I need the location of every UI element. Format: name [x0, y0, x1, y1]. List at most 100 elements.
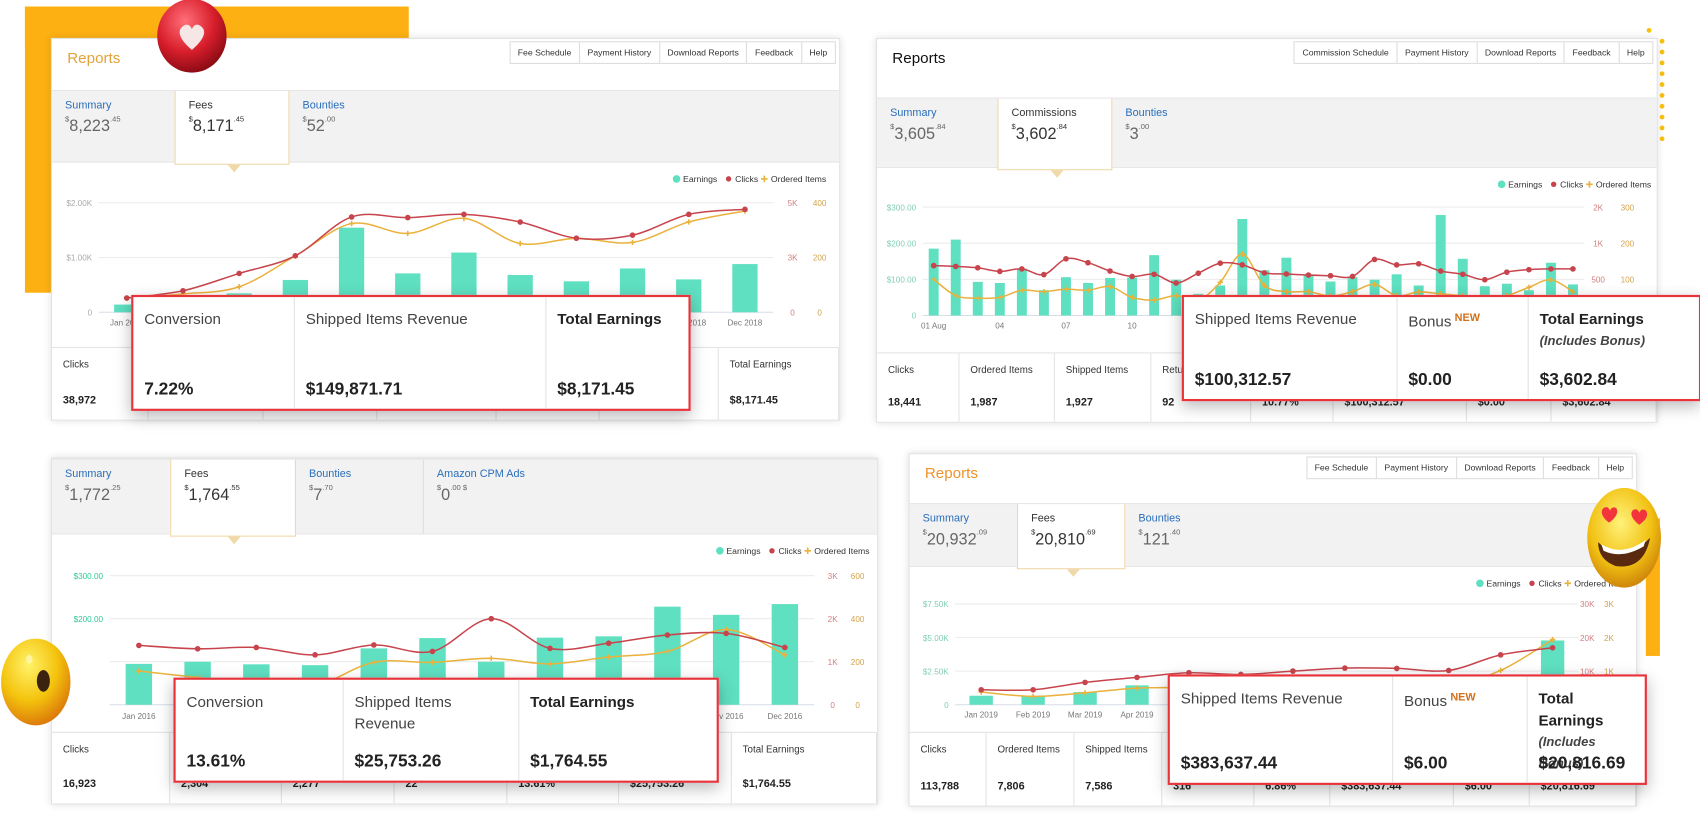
tab-summary[interactable]: Summary $1,772.25: [52, 460, 170, 534]
stat-label: Clicks: [920, 743, 947, 755]
clicks-point: [1217, 260, 1224, 266]
tab-bounties[interactable]: Bounties $7.70: [296, 460, 423, 534]
clicks-point: [997, 268, 1003, 275]
tab-bar: Summary $1,772.25 Fees $1,764.55 Bounties $7.…: [52, 458, 878, 545]
header-link-help[interactable]: Help: [1618, 42, 1652, 63]
header-link-commission-schedule[interactable]: Commission Schedule: [1295, 42, 1396, 63]
amount-whole: 1,764: [188, 485, 230, 505]
header-link-download-reports[interactable]: Download Reports: [1476, 42, 1564, 63]
tab-amount: $20,810.69: [1031, 529, 1124, 549]
ordered-items-point: [236, 284, 242, 290]
clicks-point: [404, 214, 411, 221]
legend-earnings-label: Earnings: [1486, 579, 1521, 589]
header-link-feedback[interactable]: Feedback: [746, 42, 800, 63]
tab-amazon-cpm-ads[interactable]: Amazon CPM Ads $0.00 $: [422, 459, 877, 534]
highlight-value: $25,753.26: [354, 752, 442, 771]
earnings-bar: [950, 239, 961, 316]
header-link-feedback[interactable]: Feedback: [1563, 42, 1618, 63]
clicks-line: [138, 617, 786, 656]
ordered-items-point: [1526, 284, 1532, 291]
header-link-help[interactable]: Help: [1597, 457, 1632, 479]
tab-bounties[interactable]: Bounties $3.00: [1112, 99, 1242, 167]
header-link-payment-history[interactable]: Payment History: [1396, 42, 1476, 63]
highlight-column: Total Earnings (Includes Bonus) $3,602.84: [1529, 297, 1699, 399]
legend-earnings-marker: [1497, 180, 1506, 189]
stat-label: Clicks: [887, 364, 914, 376]
clicks-point: [1327, 272, 1334, 279]
header-link-download-reports[interactable]: Download Reports: [1455, 457, 1544, 479]
header-link-help[interactable]: Help: [800, 42, 835, 63]
header-link-payment-history[interactable]: Payment History: [578, 42, 659, 63]
stat-label: Shipped Items: [1085, 743, 1148, 755]
highlight-column: Bonus NEW $6.00: [1393, 676, 1528, 783]
tab-fees[interactable]: Fees $8,171.45: [174, 91, 290, 173]
tab-fees[interactable]: Fees $20,810.69: [1016, 504, 1126, 577]
clicks-point: [292, 252, 299, 259]
clicks-point: [1030, 686, 1036, 693]
ordered-items-line: [126, 210, 746, 299]
highlight-sublabel: (Includes Bonus): [1539, 332, 1646, 349]
highlight-value: $0.00: [1408, 370, 1452, 390]
tab-bounties[interactable]: Bounties $52.00: [289, 91, 419, 161]
tab-summary[interactable]: Summary $3,605.84: [877, 99, 997, 167]
highlight-label: Shipped Items Revenue: [1195, 308, 1386, 330]
y-right-ordered-tick-label: 400: [851, 615, 865, 624]
amount-whole: 3: [1129, 124, 1139, 144]
clicks-point: [1082, 679, 1088, 686]
header-link-fee-schedule[interactable]: Fee Schedule: [1307, 458, 1376, 479]
highlight-column: Conversion 7.22%: [133, 297, 295, 409]
stat-value: 16,923: [62, 778, 97, 791]
legend-clicks-label: Clicks: [1538, 579, 1562, 589]
tab-commissions[interactable]: Commissions $3,602.84: [997, 98, 1113, 178]
header-link-download-reports[interactable]: Download Reports: [658, 42, 747, 63]
header-links: Commission Schedule Payment History Downlo…: [1293, 41, 1654, 64]
amount-whole: 3,602: [1015, 124, 1057, 144]
amount-cents: .00: [324, 116, 336, 124]
tab-amount: $3,605.84: [890, 124, 997, 144]
highlight-label: Shipped Items Revenue: [1181, 687, 1382, 709]
x-tick-label: 07: [1061, 322, 1071, 331]
tab-bounties[interactable]: Bounties $121.40: [1125, 504, 1255, 566]
clicks-point: [1019, 266, 1025, 272]
stat-value: 113,788: [920, 780, 960, 793]
highlight-column: Shipped Items Revenue $25,753.26: [344, 679, 520, 781]
stat-value: 38,972: [62, 394, 97, 407]
yellow-dot: [1659, 60, 1665, 66]
tab-amount: $3.00: [1125, 124, 1242, 144]
clicks-point: [664, 632, 671, 638]
amount-whole: 8,171: [192, 117, 234, 136]
amount-suffix: $: [462, 484, 468, 493]
tab-summary[interactable]: Summary $8,223.45: [52, 91, 175, 161]
clicks-point: [1305, 272, 1312, 278]
tab-label: Bounties: [308, 468, 352, 481]
ordered-items-point: [686, 219, 692, 225]
header-link-fee-schedule[interactable]: Fee Schedule: [510, 42, 579, 63]
amount-cents: .45: [109, 116, 121, 124]
tab-summary[interactable]: Summary $20,932.09: [910, 504, 1017, 566]
astonished-emoji-icon: [1, 638, 71, 726]
y-right-clicks-tick-label: 3K: [828, 572, 839, 581]
yellow-dot: [1659, 136, 1665, 142]
ordered-items-point: [517, 240, 523, 247]
header-link-payment-history[interactable]: Payment History: [1375, 457, 1456, 479]
header-link-feedback[interactable]: Feedback: [1543, 457, 1597, 479]
amount-whole: 8,223: [69, 117, 110, 136]
clicks-point: [1504, 269, 1510, 275]
clicks-point: [1349, 273, 1356, 280]
tab-label: Amazon CPM Ads: [436, 468, 525, 481]
tab-fees[interactable]: Fees $1,764.55: [170, 459, 296, 545]
tab-label: Bounties: [302, 99, 345, 112]
clicks-line: [126, 208, 746, 299]
tab-amount: $3,602.84: [1012, 124, 1112, 144]
y-left-tick-label: $200.00: [74, 615, 104, 624]
x-tick-label: Jan 2019: [964, 711, 998, 720]
legend-clicks-marker: [1529, 580, 1535, 587]
legend-clicks-marker: [769, 548, 775, 554]
tab-label: Fees: [188, 99, 213, 112]
new-badge: NEW: [1454, 312, 1480, 325]
y-left-tick-label: $5.00K: [923, 634, 949, 643]
highlight-value: $100,312.57: [1194, 370, 1292, 390]
highlight-column: Total Earnings $8,171.45: [546, 297, 688, 409]
clicks-point: [547, 645, 553, 652]
highlight-column: Total Earnings $1,764.55: [519, 680, 716, 781]
